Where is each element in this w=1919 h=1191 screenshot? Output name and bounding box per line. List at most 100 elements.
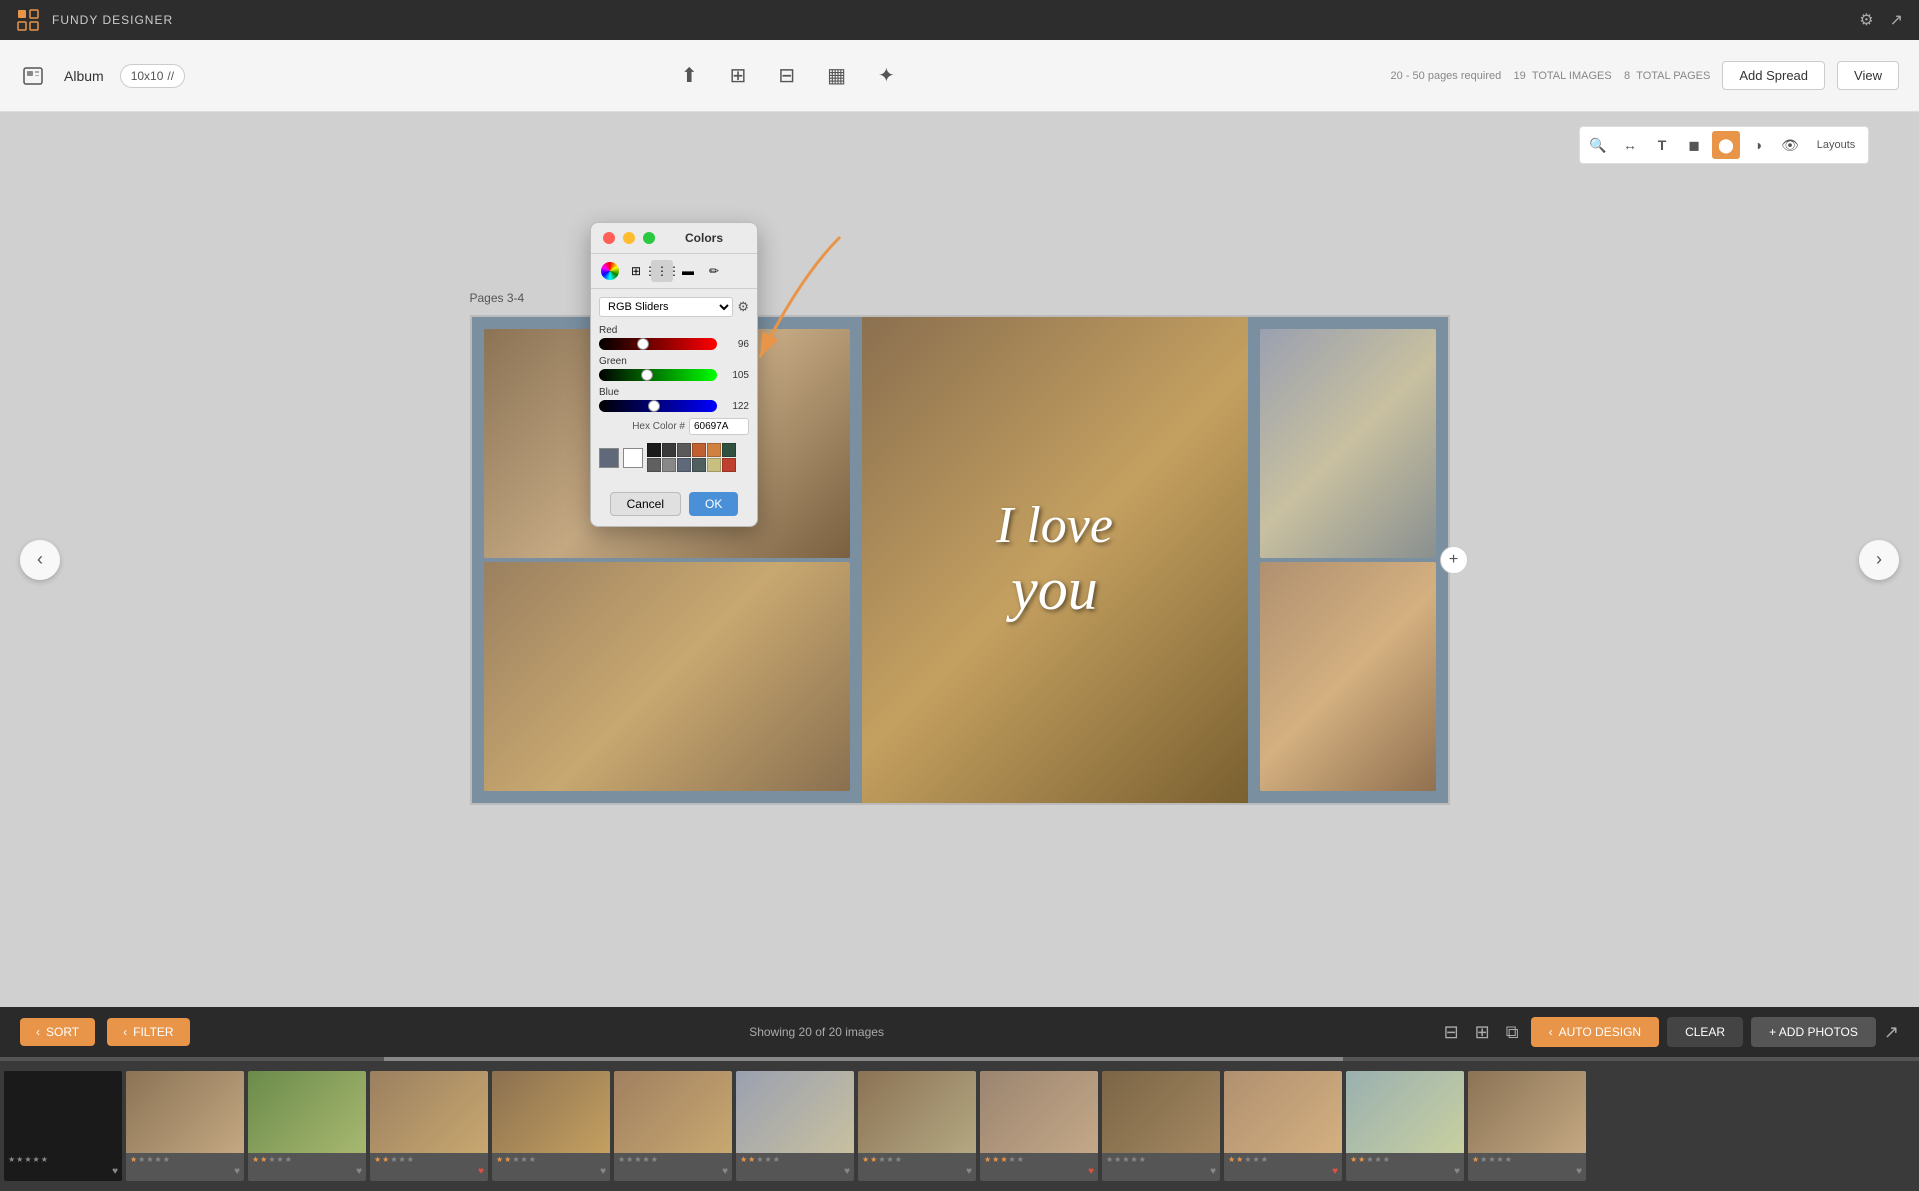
add-spread-button[interactable]: Add Spread — [1722, 61, 1825, 90]
blue-track[interactable] — [599, 400, 717, 412]
resize-tool[interactable]: ↔ — [1616, 131, 1644, 159]
swatch-3[interactable] — [677, 443, 691, 457]
add-spread-inline-button[interactable]: + — [1440, 546, 1468, 574]
prev-spread-button[interactable]: ‹ — [20, 540, 60, 580]
film-item-2[interactable]: 1 ★ ★ ★★★ ♥ — [248, 1071, 366, 1181]
share-export-icon[interactable]: ↗ — [1884, 1022, 1899, 1043]
hex-input[interactable] — [689, 418, 749, 435]
settings-icon[interactable]: ⚙ — [1859, 10, 1873, 30]
swatch-12[interactable] — [722, 458, 736, 472]
square-tool[interactable]: ◼ — [1680, 131, 1708, 159]
red-track[interactable] — [599, 338, 717, 350]
ok-button[interactable]: OK — [689, 492, 738, 516]
dialog-close-button[interactable] — [603, 232, 615, 244]
heart-icon-11[interactable]: ♥ — [1454, 1166, 1460, 1177]
grid-icon[interactable]: ⊞ — [1475, 1022, 1490, 1043]
film-item-12[interactable]: 1 ★ ★★★★ ♥ — [1468, 1071, 1586, 1181]
text-tool[interactable]: T — [1648, 131, 1676, 159]
swatch-1[interactable] — [647, 443, 661, 457]
heart-icon-6[interactable]: ♥ — [844, 1166, 850, 1177]
heart-icon-12[interactable]: ♥ — [1576, 1166, 1582, 1177]
map-icon[interactable]: ⊞ — [730, 63, 747, 88]
tab-sliders[interactable]: ⋮⋮⋮ — [651, 260, 673, 282]
heart-icon-10[interactable]: ♥ — [1332, 1166, 1338, 1177]
swatch-2[interactable] — [662, 443, 676, 457]
cancel-button[interactable]: Cancel — [610, 492, 681, 516]
heart-icon-9[interactable]: ♥ — [1210, 1166, 1216, 1177]
photo-boy-portrait[interactable] — [1260, 329, 1436, 558]
mode-row: RGB Sliders ⚙ — [599, 297, 749, 317]
share-icon[interactable]: ⬆ — [681, 63, 698, 88]
sort-button[interactable]: ‹ SORT — [20, 1018, 95, 1046]
next-spread-button[interactable]: › — [1859, 540, 1899, 580]
dialog-minimize-button[interactable] — [623, 232, 635, 244]
zoom-tool[interactable]: 🔍 — [1584, 131, 1612, 159]
export-icon[interactable]: ↗ — [1890, 10, 1903, 30]
magic-icon[interactable]: ✦ — [878, 63, 895, 88]
filmstrip-icon[interactable]: ⊟ — [1444, 1022, 1459, 1043]
film-item-4[interactable]: 1 ★ ★ ★★★ ♥ — [492, 1071, 610, 1181]
blue-thumb[interactable] — [648, 400, 660, 412]
film-item-9[interactable]: 1 ★★★★★ ♥ — [1102, 1071, 1220, 1181]
heart-icon-5[interactable]: ♥ — [722, 1166, 728, 1177]
swatch-7[interactable] — [647, 458, 661, 472]
tab-wheel[interactable] — [599, 260, 621, 282]
photo-family-sitting[interactable] — [484, 562, 850, 791]
heart-icon-3[interactable]: ♥ — [478, 1166, 484, 1177]
mode-select[interactable]: RGB Sliders — [599, 297, 733, 317]
photo-siblings[interactable] — [1260, 562, 1436, 791]
view-button[interactable]: View — [1837, 61, 1899, 90]
scrollbar-thumb[interactable] — [384, 1057, 1344, 1061]
film-heart-icon[interactable]: ♥ — [112, 1166, 118, 1177]
scrollbar-container — [0, 1057, 1919, 1061]
film-item-3[interactable]: 1 ★ ★ ★★★ ♥ — [370, 1071, 488, 1181]
swatch-6[interactable] — [722, 443, 736, 457]
film-item-5[interactable]: 1 ★★★★★ ♥ — [614, 1071, 732, 1181]
film-photo-11 — [1346, 1071, 1464, 1153]
film-item-6[interactable]: 1 ★ ★ ★★★ ♥ — [736, 1071, 854, 1181]
film-item-10[interactable]: 1 ★ ★ ★★★ ♥ — [1224, 1071, 1342, 1181]
heart-icon-7[interactable]: ♥ — [966, 1166, 972, 1177]
heart-icon-2[interactable]: ♥ — [356, 1166, 362, 1177]
gear-icon[interactable]: ⚙ — [737, 299, 749, 315]
film-photo-5 — [614, 1071, 732, 1153]
film-photo-7 — [858, 1071, 976, 1153]
pages-label: Pages 3-4 — [470, 291, 525, 305]
film-item-empty[interactable]: ★ ★ ★ ★ ★ ♥ — [4, 1071, 122, 1181]
pages-icon[interactable]: ⊟ — [778, 63, 795, 88]
swatch-11[interactable] — [707, 458, 721, 472]
film-item-1[interactable]: 1 ★ ★★★★ ♥ — [126, 1071, 244, 1181]
swatch-5[interactable] — [707, 443, 721, 457]
red-thumb[interactable] — [637, 338, 649, 350]
swatch-9[interactable] — [677, 458, 691, 472]
swatch-10[interactable] — [692, 458, 706, 472]
filter-button[interactable]: ‹ FILTER — [107, 1018, 189, 1046]
film-photo-dark — [4, 1071, 122, 1153]
heart-icon-4[interactable]: ♥ — [600, 1166, 606, 1177]
mask-tool[interactable]: ◑ — [1744, 131, 1772, 159]
eye-tool[interactable]: 👁 — [1776, 131, 1804, 159]
center-page[interactable]: I love you — [862, 317, 1248, 803]
film-item-7[interactable]: 1 ★ ★ ★★★ ♥ — [858, 1071, 976, 1181]
swatch-4[interactable] — [692, 443, 706, 457]
layout-icon[interactable]: ▦ — [827, 63, 846, 88]
film-item-8[interactable]: 1 ★ ★ ★ ★★ ♥ — [980, 1071, 1098, 1181]
size-badge[interactable]: 10x10 // — [120, 64, 185, 88]
tab-spectrum[interactable]: ▬ — [677, 260, 699, 282]
canvas-toolbar: 🔍 ↔ T ◼ ⬤ ◑ 👁 Layouts — [1579, 126, 1869, 164]
green-slider-row: Green 105 — [599, 356, 749, 381]
layers-icon[interactable]: ⧉ — [1506, 1022, 1519, 1043]
green-thumb[interactable] — [641, 369, 653, 381]
film-item-11[interactable]: 1 ★ ★ ★★★ ♥ — [1346, 1071, 1464, 1181]
clear-button[interactable]: CLEAR — [1667, 1017, 1743, 1047]
add-photos-button[interactable]: + ADD PHOTOS — [1751, 1017, 1876, 1047]
auto-design-button[interactable]: ‹ AUTO DESIGN — [1531, 1017, 1659, 1047]
layouts-tool[interactable]: Layouts — [1808, 131, 1864, 159]
heart-icon-8[interactable]: ♥ — [1088, 1166, 1094, 1177]
swatch-8[interactable] — [662, 458, 676, 472]
color-tool[interactable]: ⬤ — [1712, 131, 1740, 159]
tab-crayon[interactable]: ✏ — [703, 260, 725, 282]
heart-icon-1[interactable]: ♥ — [234, 1166, 240, 1177]
dialog-maximize-button[interactable] — [643, 232, 655, 244]
green-track[interactable] — [599, 369, 717, 381]
